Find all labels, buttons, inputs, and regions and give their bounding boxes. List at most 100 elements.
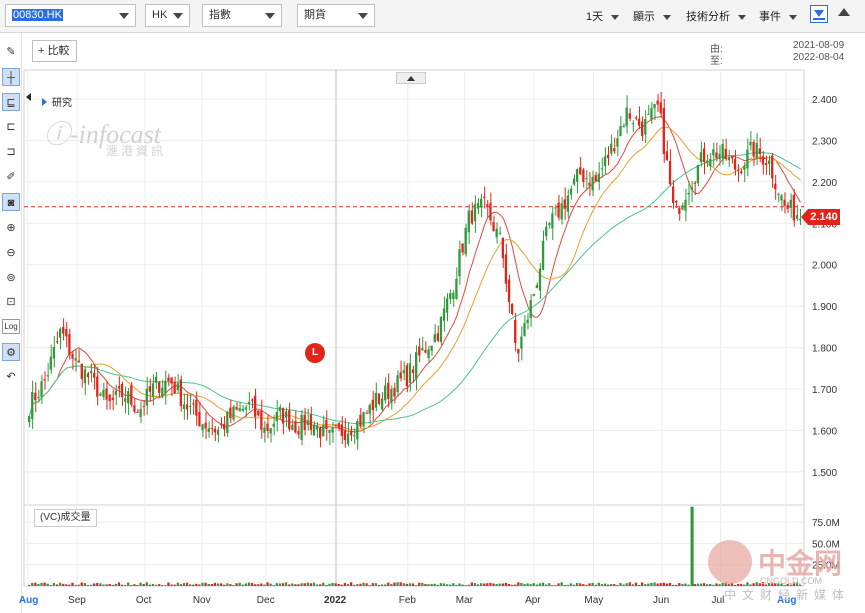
volume-bar: [257, 584, 260, 586]
volume-bar: [616, 584, 619, 586]
candle-body: [545, 226, 548, 237]
volume-bar: [476, 584, 480, 586]
volume-bar: [526, 583, 529, 586]
volume-bar: [597, 582, 600, 586]
volume-bar: [343, 582, 347, 586]
candle-body: [260, 410, 263, 430]
volume-bar: [585, 585, 588, 586]
volume-label[interactable]: (VC)成交量: [34, 509, 97, 527]
volume-bar: [303, 583, 306, 586]
candle-body: [631, 123, 635, 125]
candle-body: [96, 376, 99, 397]
volume-bar: [337, 583, 340, 586]
price-tick-label: 1.700: [812, 385, 837, 396]
candle-body: [93, 372, 96, 378]
candle-body: [390, 388, 393, 404]
volume-bar: [148, 584, 152, 586]
candle-body: [322, 424, 325, 437]
candle-body: [464, 227, 467, 255]
candle-body: [188, 406, 192, 408]
volume-bar: [182, 583, 186, 586]
volume-bar: [204, 582, 207, 586]
candle-body: [538, 268, 542, 291]
candle-body: [195, 399, 198, 416]
volume-bar: [291, 583, 294, 586]
volume-bar: [591, 582, 594, 586]
candle-body: [334, 424, 337, 427]
candle-body: [427, 349, 430, 358]
infocast-logo: ⓘ-infocast 滙港資訊: [44, 120, 167, 158]
candle-body: [89, 370, 93, 374]
volume-bar: [582, 584, 585, 586]
volume-bar: [405, 583, 409, 586]
candle-body: [510, 303, 514, 315]
candle-body: [136, 412, 139, 414]
volume-bar: [31, 582, 34, 586]
candle-body: [529, 300, 532, 318]
candle-body: [204, 422, 207, 429]
volume-bar: [575, 582, 579, 586]
candle-body: [34, 392, 37, 401]
candle-body: [229, 407, 232, 419]
volume-bar: [179, 584, 182, 586]
volume-bar: [161, 584, 164, 586]
candle-body: [148, 386, 152, 392]
volume-bar: [659, 583, 662, 586]
volume-bar: [254, 584, 257, 586]
volume-bar: [272, 585, 275, 586]
volume-bar: [278, 583, 282, 586]
volume-bar: [424, 583, 427, 586]
volume-bar: [170, 584, 173, 586]
scroll-up-icon[interactable]: [396, 72, 426, 84]
volume-bar: [563, 584, 566, 586]
candle-body: [625, 107, 628, 127]
volume-bar: [328, 583, 331, 586]
volume-bar: [603, 583, 607, 586]
volume-bar: [247, 582, 251, 586]
candle-body: [681, 205, 684, 210]
candle-body: [254, 395, 257, 417]
candle-body: [257, 410, 260, 416]
chart-canvas[interactable]: 2.4002.3002.2002.1002.0001.9001.8001.700…: [0, 0, 865, 613]
candle-body: [458, 249, 461, 277]
price-tick-label: 1.800: [812, 344, 837, 355]
volume-bar: [238, 582, 241, 586]
candle-body: [294, 421, 297, 433]
candle-body: [517, 349, 520, 354]
volume-bar: [201, 582, 204, 586]
candle-body: [396, 375, 399, 393]
candle-body: [201, 424, 204, 430]
candle-body: [411, 369, 415, 374]
volume-bar: [353, 584, 356, 586]
x-tick-label: Apr: [525, 595, 541, 606]
candle-body: [362, 411, 365, 427]
study-toggle[interactable]: 研究: [42, 94, 72, 109]
volume-bar: [699, 583, 703, 586]
candle-body: [433, 334, 436, 342]
candle-body: [740, 171, 743, 174]
volume-bar: [415, 585, 418, 586]
event-marker[interactable]: L: [305, 343, 325, 363]
candle-body: [387, 382, 390, 400]
volume-bar: [356, 584, 359, 586]
candle-body: [628, 113, 631, 119]
candle-body: [52, 346, 56, 359]
volume-bar: [641, 582, 644, 586]
collapse-left-icon[interactable]: [26, 93, 31, 101]
volume-bar: [108, 583, 111, 586]
candle-body: [591, 176, 594, 191]
volume-bar: [483, 583, 486, 586]
volume-bar: [418, 582, 421, 586]
volume-bar: [46, 583, 49, 586]
candle-body: [300, 414, 303, 440]
volume-bar: [452, 583, 455, 586]
volume-bar: [80, 582, 83, 586]
candle-body: [687, 192, 690, 195]
candle-body: [353, 435, 356, 437]
volume-bar: [495, 583, 498, 586]
volume-bar: [58, 582, 62, 586]
candle-body: [65, 329, 68, 337]
candle-body: [610, 143, 613, 154]
candle-body: [585, 178, 588, 180]
volume-bar: [288, 584, 291, 586]
